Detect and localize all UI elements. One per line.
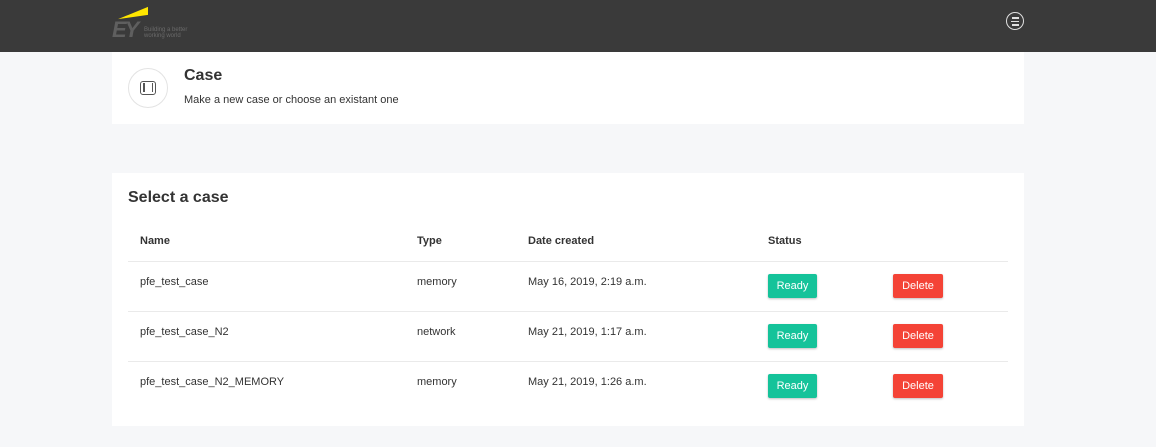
column-header-date: Date created: [528, 235, 595, 247]
case-name[interactable]: pfe_test_case_N2_MEMORY: [140, 376, 284, 388]
menu-circle-icon[interactable]: [1006, 12, 1024, 30]
case-date: May 21, 2019, 1:26 a.m.: [528, 376, 647, 388]
logo-text: EY: [112, 17, 139, 42]
case-date: May 21, 2019, 1:17 a.m.: [528, 326, 647, 338]
case-list-card: Select a case Name Type Date created Sta…: [112, 173, 1024, 426]
case-type: memory: [417, 276, 457, 288]
case-type: memory: [417, 376, 457, 388]
delete-button[interactable]: Delete: [893, 374, 943, 398]
ready-button[interactable]: Ready: [768, 374, 817, 398]
case-icon: [140, 81, 156, 95]
column-header-name: Name: [140, 235, 170, 247]
case-name[interactable]: pfe_test_case: [140, 276, 209, 288]
delete-button[interactable]: Delete: [893, 324, 943, 348]
ready-button[interactable]: Ready: [768, 274, 817, 298]
page-header-card: Case Make a new case or choose an exista…: [112, 52, 1024, 124]
top-navbar: EY Building a better working world: [0, 0, 1156, 52]
column-header-status: Status: [768, 235, 802, 247]
table-row[interactable]: pfe_test_case_N2 network May 21, 2019, 1…: [128, 311, 1008, 362]
table-row[interactable]: pfe_test_case_N2_MEMORY memory May 21, 2…: [128, 361, 1008, 412]
ey-logo[interactable]: EY Building a better working world: [112, 6, 202, 43]
section-title: Select a case: [128, 189, 229, 206]
table-row[interactable]: pfe_test_case memory May 16, 2019, 2:19 …: [128, 261, 1008, 312]
column-header-type: Type: [417, 235, 442, 247]
case-icon-badge: [128, 68, 168, 108]
page-title: Case: [184, 67, 223, 84]
page-subtitle: Make a new case or choose an existant on…: [184, 94, 399, 106]
logo-tagline: Building a better working world: [144, 27, 188, 39]
ready-button[interactable]: Ready: [768, 324, 817, 348]
case-date: May 16, 2019, 2:19 a.m.: [528, 276, 647, 288]
case-name[interactable]: pfe_test_case_N2: [140, 326, 229, 338]
case-type: network: [417, 326, 456, 338]
delete-button[interactable]: Delete: [893, 274, 943, 298]
